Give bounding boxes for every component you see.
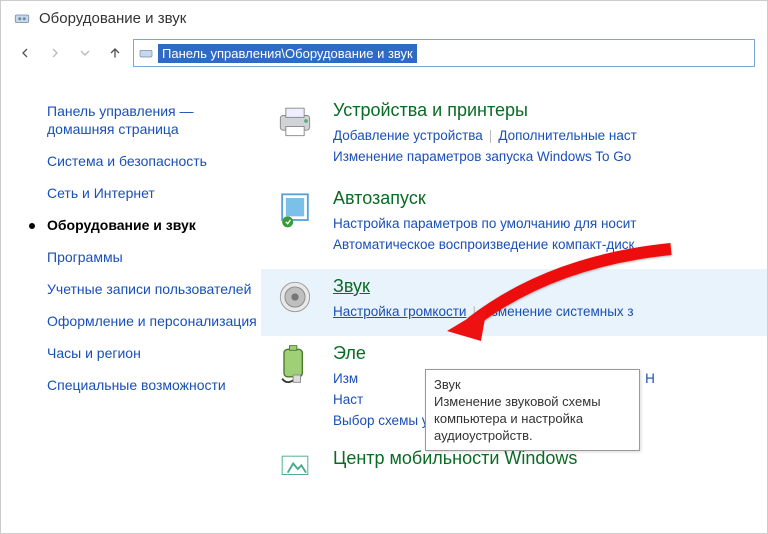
- link-power-3[interactable]: Наст: [333, 392, 363, 407]
- mobility-icon: [273, 447, 317, 491]
- sidebar-item-personalization[interactable]: Оформление и персонализация: [47, 305, 261, 337]
- sidebar-item-users[interactable]: Учетные записи пользователей: [47, 273, 261, 305]
- tooltip-body: Изменение звуковой схемы компьютера и на…: [434, 393, 631, 444]
- up-button[interactable]: [103, 41, 127, 65]
- window-title: Оборудование и звук: [39, 10, 186, 27]
- autoplay-icon: [273, 187, 317, 231]
- category-links: Настройка параметров по умолчанию для но…: [333, 213, 767, 255]
- sidebar-item-hardware-sound[interactable]: Оборудование и звук: [47, 209, 261, 241]
- back-button[interactable]: [13, 41, 37, 65]
- category-mobility: Центр мобильности Windows: [261, 445, 767, 505]
- category-autoplay: Автозапуск Настройка параметров по умолч…: [261, 181, 767, 269]
- recent-dropdown[interactable]: [73, 41, 97, 65]
- category-devices-printers: Устройства и принтеры Добавление устройс…: [261, 93, 767, 181]
- titlebar: Оборудование и звук: [1, 1, 767, 35]
- control-panel-icon: [13, 9, 31, 27]
- category-title[interactable]: Звук: [333, 275, 767, 297]
- link-system-sounds[interactable]: Изменение системных з: [482, 304, 634, 319]
- speaker-icon: [273, 275, 317, 319]
- sidebar-item-system-security[interactable]: Система и безопасность: [47, 145, 261, 177]
- address-bar[interactable]: Панель управления\Оборудование и звук: [133, 39, 755, 67]
- link-power-1[interactable]: Изм: [333, 371, 358, 386]
- sidebar-item-clock-region[interactable]: Часы и регион: [47, 337, 261, 369]
- category-sound: Звук Настройка громкости|Изменение систе…: [261, 269, 767, 336]
- link-default-params[interactable]: Настройка параметров по умолчанию для но…: [333, 216, 636, 231]
- category-title[interactable]: Устройства и принтеры: [333, 99, 767, 121]
- sidebar-item-home[interactable]: Панель управления — домашняя страница: [47, 95, 261, 145]
- sidebar-item-accessibility[interactable]: Специальные возможности: [47, 369, 261, 401]
- navbar: Панель управления\Оборудование и звук: [1, 35, 767, 77]
- category-links: Добавление устройства|Дополнительные нас…: [333, 125, 767, 167]
- printer-icon: [273, 99, 317, 143]
- link-autoplay-cd[interactable]: Автоматическое воспроизведение компакт-д…: [333, 237, 634, 252]
- link-additional[interactable]: Дополнительные наст: [498, 128, 637, 143]
- sidebar: Панель управления — домашняя страница Си…: [1, 77, 261, 523]
- address-path: Панель управления\Оборудование и звук: [158, 44, 417, 63]
- tooltip: Звук Изменение звуковой схемы компьютера…: [425, 369, 640, 451]
- battery-plug-icon: [273, 342, 317, 386]
- sidebar-item-network[interactable]: Сеть и Интернет: [47, 177, 261, 209]
- forward-button[interactable]: [43, 41, 67, 65]
- category-title[interactable]: Автозапуск: [333, 187, 767, 209]
- category-title[interactable]: Эле: [333, 342, 767, 364]
- tooltip-title: Звук: [434, 376, 631, 393]
- category-links: Настройка громкости|Изменение системных …: [333, 301, 767, 322]
- link-windows-togo[interactable]: Изменение параметров запуска Windows To …: [333, 149, 631, 164]
- link-add-device[interactable]: Добавление устройства: [333, 128, 483, 143]
- address-icon: [134, 45, 158, 61]
- content-area: Устройства и принтеры Добавление устройс…: [261, 77, 767, 523]
- link-power-2[interactable]: Н: [645, 371, 655, 386]
- link-volume[interactable]: Настройка громкости: [333, 304, 466, 319]
- sidebar-item-programs[interactable]: Программы: [47, 241, 261, 273]
